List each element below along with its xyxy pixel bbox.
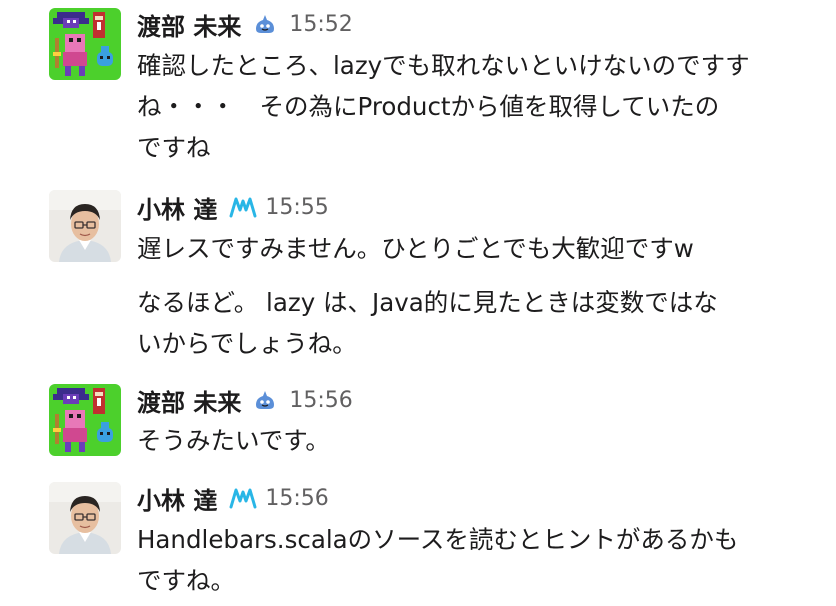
timestamp[interactable]: 15:52 [289,12,352,37]
message-line: ですね [137,133,211,162]
message-body: 確認したところ、lazyでも取れないといけないのですす ね・・・ その為にPro… [137,45,817,168]
message-body: 遅レスですみません。ひとりごとでも大歓迎ですw [137,228,817,269]
message-line: ですね。 [137,566,235,595]
timestamp[interactable]: 15:56 [289,388,352,413]
avatar[interactable] [49,8,121,80]
message-header: 小林 達 15:55 [137,190,329,224]
message-body-followup: なるほど。 lazy は、Java的に見たときは変数ではな いからでしょうね。 [137,282,817,364]
m-logo-icon [229,487,257,509]
avatar[interactable] [49,482,121,554]
author-name[interactable]: 渡部 未来 [137,383,241,418]
message-line: ね・・・ その為にProductから値を取得していたの [137,92,720,121]
message-line: Handlebars.scalaのソースを読むとヒントがあるかも [137,525,739,554]
avatar[interactable] [49,384,121,456]
message-header: 小林 達 15:56 [137,481,329,515]
timestamp[interactable]: 15:56 [265,486,328,511]
message-body: Handlebars.scalaのソースを読むとヒントがあるかも ですね。 [137,519,817,601]
message-line: なるほど。 lazy は、Java的に見たときは変数ではな [137,288,718,317]
author-name[interactable]: 小林 達 [137,481,217,516]
timestamp[interactable]: 15:55 [265,195,328,220]
message-header: 渡部 未来 15:52 [137,7,353,41]
pixel-game-avatar-icon [49,8,121,80]
message-line: いからでしょうね。 [137,329,357,358]
message-body: そうみたいです。 [137,420,817,461]
photo-avatar-icon [49,482,121,554]
m-logo-icon [229,196,257,218]
avatar[interactable] [49,190,121,262]
slime-icon [253,13,277,35]
message-line: 遅レスですみません。ひとりごとでも大歓迎ですw [137,234,694,263]
message-line: そうみたいです。 [137,426,330,455]
message-header: 渡部 未来 15:56 [137,383,353,417]
author-name[interactable]: 小林 達 [137,190,217,225]
message-line: 確認したところ、lazyでも取れないといけないのですす [137,51,750,80]
photo-avatar-icon [49,190,121,262]
slime-icon [253,389,277,411]
pixel-game-avatar-icon [49,384,121,456]
author-name[interactable]: 渡部 未来 [137,7,241,42]
